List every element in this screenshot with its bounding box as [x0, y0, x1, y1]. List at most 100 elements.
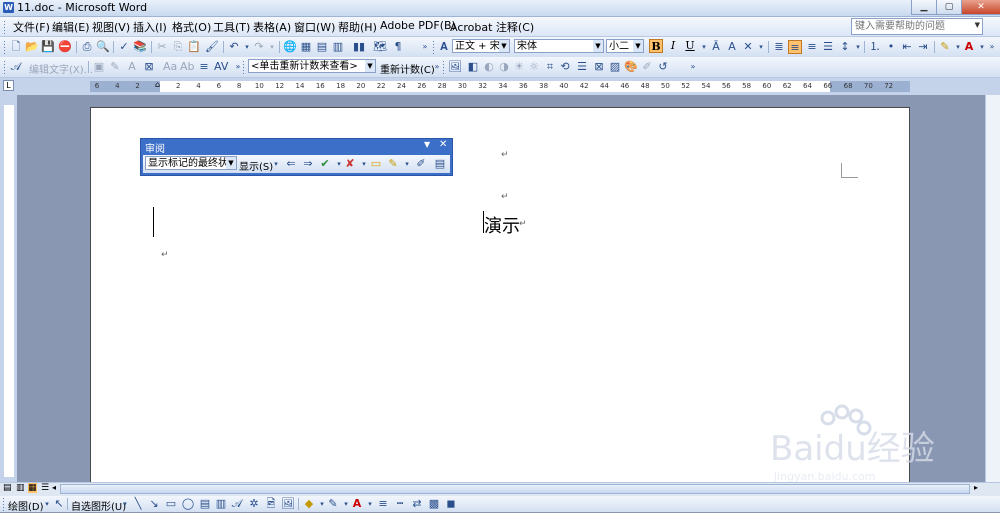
- crop-icon[interactable]: ⌗: [543, 60, 557, 74]
- help-search-input[interactable]: [852, 20, 967, 33]
- format-painter-icon[interactable]: 🖌: [205, 40, 219, 54]
- chevron-down-icon[interactable]: ▾: [118, 497, 132, 511]
- underline-button[interactable]: U: [683, 39, 697, 53]
- chevron-down-icon[interactable]: ▼: [593, 40, 603, 52]
- bullets-icon[interactable]: •: [884, 40, 898, 54]
- compress-icon[interactable]: ⊠: [592, 60, 606, 74]
- menubar-grip-icon[interactable]: [3, 20, 6, 34]
- arrow-icon[interactable]: ↘: [147, 497, 161, 511]
- font-combo[interactable]: 宋体 ▼: [514, 39, 604, 53]
- wordart-icon[interactable]: 𝒜: [230, 497, 244, 511]
- shadow-style-icon[interactable]: ▩: [427, 497, 441, 511]
- maximize-icon[interactable]: ▢: [936, 0, 962, 15]
- columns-icon[interactable]: ▮▮: [352, 40, 366, 54]
- 3d-style-icon[interactable]: ◼: [444, 497, 458, 511]
- chevron-down-icon[interactable]: ▼: [365, 60, 375, 72]
- font-color-icon[interactable]: A: [962, 40, 976, 54]
- menu-window[interactable]: 窗口(W): [294, 19, 335, 35]
- help-search-box[interactable]: ▼: [851, 18, 983, 35]
- numbering-icon[interactable]: ⒈: [868, 40, 882, 54]
- less-contrast-icon[interactable]: ◑: [497, 60, 511, 74]
- arrow-style-icon[interactable]: ⇄: [410, 497, 424, 511]
- display-for-review-combo[interactable]: 显示标记的最终状态 ▼: [145, 156, 237, 170]
- menu-acrobat-comments[interactable]: Acrobat 注释(C): [450, 19, 534, 35]
- toolbar-grip-icon[interactable]: [442, 60, 445, 74]
- recount-button[interactable]: 重新计数(C): [380, 61, 435, 76]
- vertical-ruler[interactable]: [0, 95, 17, 482]
- close-icon[interactable]: ✕: [961, 0, 1000, 15]
- show-hide-icon[interactable]: ¶: [391, 40, 405, 54]
- toolbar-grip-icon[interactable]: [432, 40, 435, 54]
- style-combo[interactable]: 正文 + 宋体 ▼: [452, 39, 510, 53]
- char-scale-icon[interactable]: ✕: [741, 40, 755, 54]
- vertical-scrollbar[interactable]: [985, 95, 1000, 482]
- alignment-icon[interactable]: ≡: [197, 60, 211, 74]
- wordart-shape-icon[interactable]: A: [125, 60, 139, 74]
- highlight-icon[interactable]: ✎: [386, 157, 400, 171]
- print-icon[interactable]: ⎙: [80, 40, 94, 54]
- char-spacing-icon[interactable]: AV: [214, 60, 228, 74]
- undo-icon[interactable]: ↶: [227, 40, 241, 54]
- picture-wrap-icon[interactable]: ▨: [608, 60, 622, 74]
- styles-formatting-icon[interactable]: 𝐀: [437, 40, 451, 54]
- menu-tools[interactable]: 工具(T): [213, 19, 250, 35]
- toolbar-grip-icon[interactable]: [242, 60, 245, 74]
- wordart-gallery-icon[interactable]: ▣: [92, 60, 106, 74]
- insert-comment-icon[interactable]: ▭: [369, 157, 383, 171]
- chevron-down-icon[interactable]: ▼: [226, 157, 236, 169]
- align-right-icon[interactable]: ≡: [805, 40, 819, 54]
- indent-marker-icon[interactable]: ⌂: [155, 80, 160, 89]
- bold-button[interactable]: B: [649, 39, 663, 53]
- chevron-down-icon[interactable]: ▼: [424, 140, 430, 149]
- horizontal-ruler[interactable]: L 6 4 2 2 4 6 8 10 12 14 16 18 20 22 24 26 28 30 32 34 36 38 4…: [0, 78, 1000, 95]
- new-document-icon[interactable]: 🗋: [9, 40, 23, 54]
- rotate-icon[interactable]: ⟲: [558, 60, 572, 74]
- permission-icon[interactable]: ⛔: [58, 40, 72, 54]
- edit-text-button[interactable]: 编辑文字(X)...: [29, 61, 93, 76]
- diagram-icon[interactable]: ✲: [247, 497, 261, 511]
- format-picture-icon[interactable]: 🎨: [624, 60, 638, 74]
- outline-view-icon[interactable]: ☰: [41, 483, 49, 493]
- toolbar-grip-icon[interactable]: [3, 60, 6, 74]
- textbox-icon[interactable]: ▤: [198, 497, 212, 511]
- copy-icon[interactable]: ⎘: [171, 40, 185, 54]
- menu-edit[interactable]: 编辑(E): [52, 19, 90, 35]
- paste-icon[interactable]: 📋: [187, 40, 201, 54]
- reset-picture-icon[interactable]: ↺: [656, 60, 670, 74]
- toolbar-options-icon[interactable]: »: [985, 40, 999, 54]
- line-spacing-icon[interactable]: ↕: [838, 40, 852, 54]
- track-changes-icon[interactable]: ✐: [414, 157, 428, 171]
- reject-change-icon[interactable]: ✘: [343, 157, 357, 171]
- chevron-down-icon[interactable]: ▼: [975, 21, 980, 29]
- distributed-icon[interactable]: ☰: [821, 40, 835, 54]
- wordart-icon[interactable]: 𝒜: [9, 60, 23, 74]
- insert-excel-icon[interactable]: ▥: [331, 40, 345, 54]
- chevron-down-icon[interactable]: ▾: [265, 40, 279, 54]
- review-toolbar-header[interactable]: 审阅 ▼ ✕: [141, 139, 452, 155]
- char-shading-icon[interactable]: A: [725, 40, 739, 54]
- toolbar-grip-icon[interactable]: [2, 497, 5, 511]
- menu-adobe-pdf[interactable]: Adobe PDF(B): [380, 19, 456, 32]
- document-map-icon[interactable]: 🗺: [373, 40, 387, 54]
- color-icon[interactable]: ◧: [466, 60, 480, 74]
- vertical-textbox-icon[interactable]: ▥: [214, 497, 228, 511]
- font-color-icon[interactable]: A: [350, 497, 364, 511]
- highlight-icon[interactable]: ✎: [938, 40, 952, 54]
- menu-insert[interactable]: 插入(I): [133, 19, 167, 35]
- minimize-icon[interactable]: ▁: [911, 0, 937, 15]
- chevron-down-icon[interactable]: ▾: [754, 40, 768, 54]
- open-folder-icon[interactable]: 📂: [25, 40, 39, 54]
- toolbar-grip-icon[interactable]: [3, 40, 6, 54]
- chevron-down-icon[interactable]: ▾: [363, 497, 377, 511]
- chevron-down-icon[interactable]: ▾: [851, 40, 865, 54]
- dash-style-icon[interactable]: ┅: [393, 497, 407, 511]
- word-count-combo[interactable]: <单击重新计数来查看> ▼: [248, 59, 376, 73]
- reviewing-pane-icon[interactable]: ▤: [433, 157, 447, 171]
- insert-table-icon[interactable]: ▤: [315, 40, 329, 54]
- picture-icon[interactable]: 🖼: [281, 497, 295, 511]
- vertical-text-icon[interactable]: Ab: [180, 60, 195, 74]
- rectangle-icon[interactable]: ▭: [164, 497, 178, 511]
- scroll-left-icon[interactable]: ◂: [52, 483, 56, 492]
- review-toolbar[interactable]: 审阅 ▼ ✕ 显示标记的最终状态 ▼ 显示(S) ▾ ⇐ ⇒ ✔ ▾ ✘ ▾ ▭ …: [140, 138, 453, 176]
- font-size-combo[interactable]: 小二 ▼: [606, 39, 644, 53]
